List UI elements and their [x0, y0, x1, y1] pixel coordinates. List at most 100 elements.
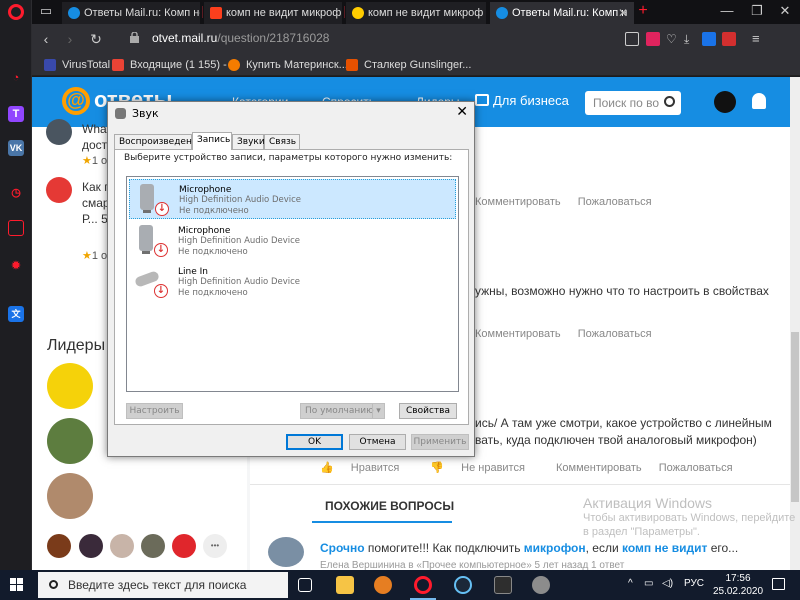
set-default-button[interactable]: По умолчанию ▾ — [300, 403, 385, 419]
device-item-line-in[interactable]: ↓ Line In High Definition Audio Device Н… — [129, 262, 456, 302]
tab-menu-icon[interactable]: ▭ — [34, 0, 58, 24]
download-icon[interactable]: ⤓ — [684, 32, 698, 46]
scroll-thumb[interactable] — [791, 332, 799, 502]
back-icon[interactable]: ‹ — [36, 29, 56, 49]
comment-button[interactable]: Комментировать — [556, 462, 642, 474]
device-item-microphone-2[interactable]: ↓ Microphone High Definition Audio Devic… — [129, 221, 456, 261]
translator-icon[interactable]: 文 — [8, 306, 24, 322]
minimize-icon[interactable]: — — [712, 0, 742, 24]
volume-icon[interactable]: ◁) — [662, 578, 673, 589]
business-link[interactable]: Для бизнеса — [475, 93, 569, 108]
app-dark-icon[interactable] — [494, 576, 512, 594]
camera-icon[interactable] — [625, 32, 639, 46]
tab-1[interactable]: Ответы Mail.ru: Комп не — [62, 2, 200, 24]
complain-button[interactable]: Пожаловаться — [659, 462, 733, 474]
extensions-icon[interactable] — [8, 220, 24, 236]
close-tab-icon[interactable]: ✕ — [618, 2, 628, 24]
windows-start-icon[interactable] — [10, 578, 24, 592]
comment-button[interactable]: Комментировать — [475, 328, 561, 340]
comment-button[interactable]: Комментировать — [475, 196, 561, 208]
leader-mini-avatar[interactable] — [47, 534, 71, 558]
windows-taskbar: Введите здесь текст для поиска ^ ▭ ◁) РУ… — [0, 570, 800, 600]
like-button[interactable]: 👍 Нравится — [320, 462, 413, 474]
action-center-icon[interactable] — [772, 578, 785, 590]
forward-icon[interactable]: › — [60, 29, 80, 49]
steam-icon[interactable] — [454, 576, 472, 594]
leader-mini-avatar[interactable] — [141, 534, 165, 558]
leader-mini-avatar[interactable] — [172, 534, 196, 558]
leader-avatar[interactable] — [47, 418, 93, 464]
clock-time: 17:56 — [725, 573, 751, 584]
user-avatar[interactable] — [714, 91, 736, 113]
url-path: /question/218716028 — [217, 31, 330, 45]
opera-taskbar-icon[interactable] — [414, 576, 432, 594]
tab-bar: ▭ Ответы Mail.ru: Комп не комп не видит … — [32, 0, 800, 24]
language-indicator[interactable]: РУС — [684, 578, 704, 589]
device-item-microphone-1[interactable]: ↓ Microphone High Definition Audio Devic… — [129, 179, 456, 219]
bookmark-inbox[interactable]: Входящие (1 155) - — [112, 57, 227, 73]
leader-avatar[interactable] — [47, 363, 93, 409]
tab-2[interactable]: комп не видит микроф — [204, 2, 342, 24]
task-view-icon[interactable] — [298, 578, 312, 592]
leader-mini-avatar[interactable] — [79, 534, 103, 558]
easy-setup-icon[interactable]: ≡ — [752, 32, 766, 46]
answer-actions: Комментировать Пожаловаться — [475, 196, 666, 208]
reload-icon[interactable]: ↻ — [86, 29, 106, 49]
speed-dial-icon[interactable]: ◔ — [8, 70, 24, 86]
device-driver: High Definition Audio Device — [178, 236, 301, 246]
heart-icon[interactable]: ♡ — [666, 32, 680, 46]
vk-icon[interactable]: VK — [8, 140, 24, 156]
complain-button[interactable]: Пожаловаться — [578, 196, 652, 208]
tab-4-active[interactable]: Ответы Mail.ru: Комп н ✕ — [490, 2, 634, 24]
device-list[interactable]: ↓ Microphone High Definition Audio Devic… — [126, 176, 459, 392]
complain-button[interactable]: Пожаловаться — [578, 328, 652, 340]
opera-logo-icon[interactable] — [8, 4, 24, 20]
taskbar-search-input[interactable]: Введите здесь текст для поиска — [38, 572, 288, 598]
cancel-button[interactable]: Отмена — [349, 434, 406, 450]
new-tab-button[interactable]: + — [628, 0, 658, 24]
twitch-icon[interactable]: T — [8, 106, 24, 122]
tab-communications[interactable]: Связь — [264, 134, 300, 150]
opera-sidebar: ◔ T VK ◷ ✹ 文 — [0, 0, 32, 570]
history-icon[interactable]: ◷ — [8, 185, 24, 201]
bookmark-shop[interactable]: Купить Материнск... — [228, 57, 348, 73]
chevron-down-icon[interactable]: ▾ — [372, 404, 384, 418]
dislike-button[interactable]: 👎 Не нравится — [430, 462, 539, 474]
close-icon[interactable]: ✕ — [456, 104, 468, 120]
tray-chevron-icon[interactable]: ^ — [628, 578, 633, 589]
ok-button[interactable]: OK — [286, 434, 343, 450]
answer-text: ись/ А там уже смотри, какое устройство … — [475, 416, 772, 430]
url-field[interactable]: otvet.mail.ru/question/218716028 — [152, 31, 329, 45]
configure-button[interactable]: Настроить — [126, 403, 183, 419]
site-search-input[interactable]: Поиск по во — [585, 91, 681, 115]
similar-question-link[interactable]: Срочно помогите!!! Как подключить микроф… — [320, 541, 738, 555]
leader-avatar[interactable] — [47, 473, 93, 519]
network-icon[interactable]: ▭ — [644, 578, 653, 589]
bookmark-virustotal[interactable]: VirusTotal — [44, 57, 110, 73]
bookmark-stalker[interactable]: Сталкер Gunslinger... — [346, 57, 471, 73]
avatar[interactable] — [46, 119, 72, 145]
apply-button[interactable]: Применить — [411, 434, 469, 450]
settings-gear-icon[interactable]: ✹ — [8, 258, 24, 274]
app-orange-icon[interactable] — [374, 576, 392, 594]
maximize-icon[interactable]: ❐ — [742, 0, 772, 24]
notifications-bell-icon[interactable] — [752, 93, 766, 109]
tab-3[interactable]: комп не видит микроф — [346, 2, 486, 24]
sound-settings-icon[interactable] — [532, 576, 550, 594]
translate-extension-icon[interactable] — [702, 32, 716, 46]
clock[interactable]: 17:56 25.02.2020 — [712, 572, 764, 598]
leader-mini-avatar[interactable] — [110, 534, 134, 558]
close-window-icon[interactable]: ✕ — [770, 0, 800, 24]
tab-sounds[interactable]: Звуки — [232, 134, 265, 150]
tab-recording[interactable]: Запись — [192, 132, 232, 150]
properties-button[interactable]: Свойства — [399, 403, 457, 419]
search-icon[interactable] — [664, 96, 675, 107]
avatar[interactable] — [46, 177, 72, 203]
avatar[interactable] — [268, 537, 304, 567]
red-extension-icon[interactable] — [722, 32, 736, 46]
tab-playback[interactable]: Воспроизведение — [114, 134, 203, 150]
more-leaders-button[interactable]: ••• — [203, 534, 227, 558]
adblock-shield-icon[interactable] — [646, 32, 660, 46]
mic-stand — [143, 210, 151, 213]
file-explorer-icon[interactable] — [336, 576, 354, 594]
